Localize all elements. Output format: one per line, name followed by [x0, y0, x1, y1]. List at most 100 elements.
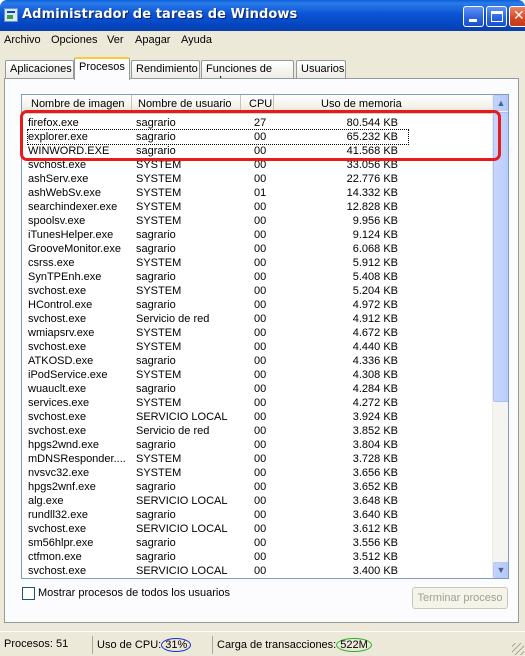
- process-row[interactable]: rundll32.exe sagrario 00 3.640 KB: [22, 508, 493, 522]
- close-button[interactable]: ✕: [509, 6, 525, 27]
- process-name: svchost.exe: [28, 341, 87, 353]
- process-row[interactable]: wmiapsrv.exe SYSTEM 00 4.672 KB: [22, 326, 493, 340]
- process-user: SERVICIO LOCAL: [136, 523, 228, 535]
- process-cpu: 00: [254, 537, 267, 549]
- vertical-scrollbar[interactable]: ▲ ▼: [492, 95, 508, 578]
- scroll-up-button[interactable]: ▲: [493, 95, 508, 111]
- process-name: nvsvc32.exe: [28, 467, 90, 479]
- process-user: sagrario: [136, 243, 176, 255]
- process-user: SYSTEM: [136, 187, 182, 199]
- process-memory: 3.400 KB: [352, 565, 398, 577]
- menu-bar: Archivo Opciones Ver Apagar Ayuda: [0, 31, 525, 51]
- status-commit: Carga de transacciones: 522M: [212, 636, 512, 654]
- process-row[interactable]: HControl.exe sagrario 00 4.972 KB: [22, 298, 493, 312]
- process-row[interactable]: nvsvc32.exe SYSTEM 00 3.656 KB: [22, 466, 493, 480]
- resize-grip-icon[interactable]: [512, 643, 524, 655]
- process-name: ctfmon.exe: [28, 551, 82, 563]
- process-memory: 4.672 KB: [352, 327, 398, 339]
- process-row[interactable]: svchost.exe Servicio de red 00 4.912 KB: [22, 312, 493, 326]
- process-row[interactable]: searchindexer.exe SYSTEM 00 12.828 KB: [22, 200, 493, 214]
- minimize-icon: [469, 19, 477, 22]
- end-process-button[interactable]: Terminar proceso: [412, 587, 508, 609]
- process-user: sagrario: [136, 271, 176, 283]
- process-row[interactable]: csrss.exe SYSTEM 00 5.912 KB: [22, 256, 493, 270]
- process-row[interactable]: svchost.exe Servicio de red 00 3.852 KB: [22, 424, 493, 438]
- process-row[interactable]: wuauclt.exe sagrario 00 4.284 KB: [22, 382, 493, 396]
- process-row[interactable]: sm56hlpr.exe sagrario 00 3.556 KB: [22, 536, 493, 550]
- process-memory: 12.828 KB: [346, 201, 398, 213]
- tab-rendimiento[interactable]: Rendimiento: [131, 60, 200, 79]
- process-row[interactable]: alg.exe SERVICIO LOCAL 00 3.648 KB: [22, 494, 493, 508]
- process-row[interactable]: hpgs2wnf.exe sagrario 00 3.652 KB: [22, 480, 493, 494]
- process-memory: 4.308 KB: [352, 369, 398, 381]
- tab-aplicaciones[interactable]: Aplicaciones: [5, 60, 74, 79]
- scroll-down-button[interactable]: ▼: [493, 562, 508, 578]
- process-row[interactable]: svchost.exe SERVICIO LOCAL 00 3.924 KB: [22, 410, 493, 424]
- process-row[interactable]: hpgs2wnd.exe sagrario 00 3.804 KB: [22, 438, 493, 452]
- process-cpu: 00: [254, 369, 267, 381]
- menu-archivo[interactable]: Archivo: [4, 34, 41, 46]
- process-cpu: 00: [254, 299, 267, 311]
- process-name: ashServ.exe: [28, 173, 89, 185]
- process-row[interactable]: ctfmon.exe sagrario 00 3.512 KB: [22, 550, 493, 564]
- process-row[interactable]: services.exe SYSTEM 00 4.272 KB: [22, 396, 493, 410]
- process-row[interactable]: spoolsv.exe SYSTEM 00 9.956 KB: [22, 214, 493, 228]
- process-name: csrss.exe: [28, 257, 75, 269]
- process-memory: 5.204 KB: [352, 285, 398, 297]
- process-row[interactable]: SynTPEnh.exe sagrario 00 5.408 KB: [22, 270, 493, 284]
- process-row[interactable]: ashServ.exe SYSTEM 00 22.776 KB: [22, 172, 493, 186]
- process-name: iPodService.exe: [28, 369, 108, 381]
- process-row[interactable]: svchost.exe SYSTEM 00 4.440 KB: [22, 340, 493, 354]
- process-name: sm56hlpr.exe: [28, 537, 94, 549]
- process-memory: 3.728 KB: [352, 453, 398, 465]
- process-name: GrooveMonitor.exe: [28, 243, 121, 255]
- window-title: Administrador de tareas de Windows: [22, 7, 298, 22]
- process-memory: 3.556 KB: [352, 537, 398, 549]
- process-name: rundll32.exe: [28, 509, 88, 521]
- menu-ver[interactable]: Ver: [107, 34, 124, 46]
- process-memory: 4.972 KB: [352, 299, 398, 311]
- tab-procesos[interactable]: Procesos: [74, 57, 130, 80]
- process-name: svchost.exe: [28, 285, 87, 297]
- annotation-highlight-box: [20, 110, 501, 161]
- process-user: SYSTEM: [136, 285, 182, 297]
- process-cpu: 01: [254, 187, 267, 199]
- process-row[interactable]: iPodService.exe SYSTEM 00 4.308 KB: [22, 368, 493, 382]
- process-cpu: 00: [254, 355, 267, 367]
- status-processes-label: Procesos:: [4, 638, 53, 650]
- process-cpu: 00: [254, 425, 267, 437]
- process-row[interactable]: svchost.exe SERVICIO LOCAL 00 3.400 KB: [22, 564, 493, 578]
- menu-opciones[interactable]: Opciones: [51, 34, 97, 46]
- show-all-users-label[interactable]: Mostrar procesos de todos los usuarios: [38, 587, 230, 599]
- maximize-button[interactable]: [486, 6, 507, 27]
- process-memory: 3.652 KB: [352, 481, 398, 493]
- process-row[interactable]: ashWebSv.exe SYSTEM 01 14.332 KB: [22, 186, 493, 200]
- process-user: sagrario: [136, 537, 176, 549]
- process-memory: 3.512 KB: [352, 551, 398, 563]
- process-name: SynTPEnh.exe: [28, 271, 102, 283]
- process-cpu: 00: [254, 551, 267, 563]
- process-memory: 4.284 KB: [352, 383, 398, 395]
- process-memory: 14.332 KB: [346, 187, 398, 199]
- process-row[interactable]: svchost.exe SYSTEM 00 5.204 KB: [22, 284, 493, 298]
- show-all-users-checkbox[interactable]: [22, 587, 35, 600]
- process-user: SYSTEM: [136, 453, 182, 465]
- process-cpu: 00: [254, 201, 267, 213]
- process-row[interactable]: svchost.exe SERVICIO LOCAL 00 3.612 KB: [22, 522, 493, 536]
- close-icon: ✕: [513, 8, 525, 24]
- process-cpu: 00: [254, 523, 267, 535]
- minimize-button[interactable]: [463, 6, 484, 27]
- tab-usuarios[interactable]: Usuarios: [296, 60, 346, 79]
- process-row[interactable]: mDNSResponder.... SYSTEM 00 3.728 KB: [22, 452, 493, 466]
- menu-ayuda[interactable]: Ayuda: [181, 34, 212, 46]
- process-row[interactable]: ATKOSD.exe sagrario 00 4.336 KB: [22, 354, 493, 368]
- process-name: iTunesHelper.exe: [28, 229, 114, 241]
- process-cpu: 00: [254, 509, 267, 521]
- menu-apagar[interactable]: Apagar: [135, 34, 170, 46]
- maximize-icon: [491, 11, 503, 22]
- title-bar[interactable]: Administrador de tareas de Windows ✕: [0, 0, 525, 31]
- process-row[interactable]: iTunesHelper.exe sagrario 00 9.124 KB: [22, 228, 493, 242]
- process-list[interactable]: Nombre de imagen Nombre de usuario CPU U…: [21, 94, 509, 579]
- tab-funciones-de-red[interactable]: Funciones de red: [201, 60, 294, 87]
- process-row[interactable]: GrooveMonitor.exe sagrario 00 6.068 KB: [22, 242, 493, 256]
